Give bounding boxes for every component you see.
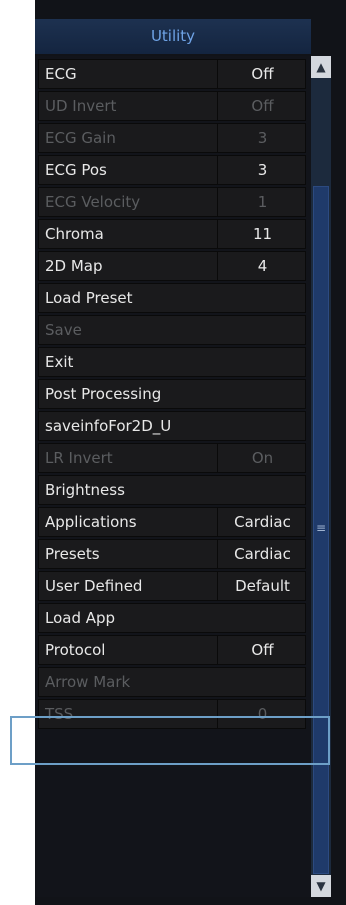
menu-item-value: 3 — [217, 124, 307, 152]
menu-item-ecg-gain: ECG Gain 3 — [38, 123, 306, 153]
menu-item-label: Exit — [45, 353, 74, 371]
chevron-down-icon[interactable]: ▼ — [311, 875, 331, 897]
scroll-thumb[interactable]: ≡ — [313, 186, 329, 874]
menu-item-label: ECG Gain — [45, 129, 116, 147]
menu-item-label: Brightness — [45, 481, 125, 499]
menu-item-label: Load App — [45, 609, 116, 627]
menu-item-label: ECG Velocity — [45, 193, 141, 211]
menu-item-label: Applications — [45, 513, 137, 531]
menu-item-exit[interactable]: Exit — [38, 347, 306, 377]
menu-item-label: UD Invert — [45, 97, 117, 115]
menu-item-lr-invert: LR Invert On — [38, 443, 306, 473]
menu-item-label: Protocol — [45, 641, 106, 659]
menu-item-value[interactable]: 3 — [217, 156, 307, 184]
grip-lines-icon: ≡ — [316, 521, 327, 535]
menu-item-presets[interactable]: Presets Cardiac — [38, 539, 306, 569]
menu-item-value: Off — [217, 92, 307, 120]
menu-item-value: On — [217, 444, 307, 472]
menu-item-ecg-velocity: ECG Velocity 1 — [38, 187, 306, 217]
menu-item-label: User Defined — [45, 577, 143, 595]
menu-item-value[interactable]: 4 — [217, 252, 307, 280]
selection-highlight — [10, 716, 330, 765]
menu-item-save: Save — [38, 315, 306, 345]
menu-item-value[interactable]: Off — [217, 60, 307, 88]
menu-item-label: ECG — [45, 65, 77, 83]
menu-item-value[interactable]: Cardiac — [217, 508, 307, 536]
scrollbar[interactable]: ▲ ≡ ▼ — [311, 56, 331, 897]
menu-item-value[interactable]: Default — [217, 572, 307, 600]
menu-item-brightness[interactable]: Brightness — [38, 475, 306, 505]
menu-item-2d-map[interactable]: 2D Map 4 — [38, 251, 306, 281]
menu-item-applications[interactable]: Applications Cardiac — [38, 507, 306, 537]
menu-item-value[interactable]: Off — [217, 636, 307, 664]
menu-item-load-app[interactable]: Load App — [38, 603, 306, 633]
menu-item-label: Chroma — [45, 225, 104, 243]
menu-item-label: Load Preset — [45, 289, 133, 307]
menu-item-label: Save — [45, 321, 82, 339]
menu-item-value: 1 — [217, 188, 307, 216]
chevron-up-icon[interactable]: ▲ — [311, 56, 331, 78]
menu-item-label: ECG Pos — [45, 161, 107, 179]
menu-item-user-defined[interactable]: User Defined Default — [38, 571, 306, 601]
panel-title: Utility — [35, 19, 311, 54]
menu-item-label: Post Processing — [45, 385, 162, 403]
menu-item-label: LR Invert — [45, 449, 113, 467]
menu-item-label: Presets — [45, 545, 100, 563]
menu-item-label: saveinfoFor2D_U — [45, 417, 172, 435]
menu-item-value[interactable]: 11 — [217, 220, 307, 248]
menu-item-ud-invert: UD Invert Off — [38, 91, 306, 121]
menu-item-value[interactable]: Cardiac — [217, 540, 307, 568]
menu-item-label: 2D Map — [45, 257, 103, 275]
menu-item-arrow-mark: Arrow Mark — [38, 667, 306, 697]
menu-item-post-processing[interactable]: Post Processing — [38, 379, 306, 409]
menu-item-ecg-pos[interactable]: ECG Pos 3 — [38, 155, 306, 185]
menu-item-protocol[interactable]: Protocol Off — [38, 635, 306, 665]
menu-item-label: Arrow Mark — [45, 673, 131, 691]
menu-item-load-preset[interactable]: Load Preset — [38, 283, 306, 313]
menu-item-ecg[interactable]: ECG Off — [38, 59, 306, 89]
menu-item-saveinfofor2d-u[interactable]: saveinfoFor2D_U — [38, 411, 306, 441]
menu-item-chroma[interactable]: Chroma 11 — [38, 219, 306, 249]
